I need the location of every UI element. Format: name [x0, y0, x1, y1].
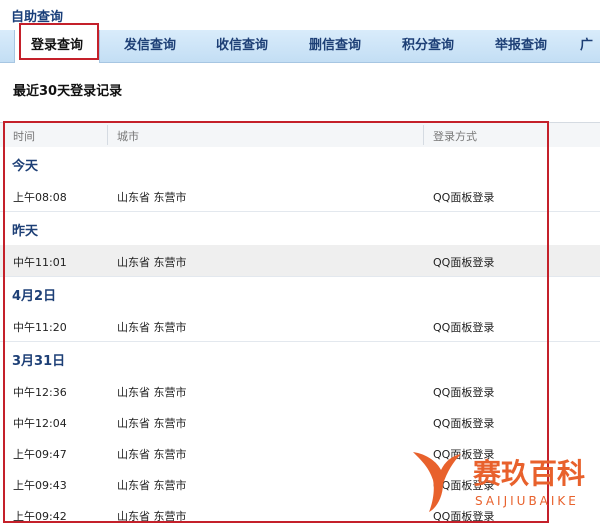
row-time: 中午12:04: [13, 417, 67, 430]
table-row: 中午12:36 山东省 东营市 QQ面板登录: [0, 375, 600, 407]
page-title: 自助查询: [11, 10, 64, 25]
row-time: 中午12:36: [13, 386, 67, 399]
group-label-mar-31: 3月31日: [12, 354, 66, 369]
row-time: 上午09:47: [13, 448, 67, 461]
group-header: 昨天: [0, 212, 600, 246]
header-time: 时间: [13, 130, 35, 143]
tab-bar: 登录查询 发信查询 收信查询 删信查询 积分查询 举报查询 广: [0, 30, 600, 63]
column-separator: [107, 125, 108, 145]
row-time: 中午11:01: [13, 256, 67, 269]
group-label-yesterday: 昨天: [12, 224, 39, 239]
table-row: 中午12:04 山东省 东营市 QQ面板登录: [0, 406, 600, 438]
row-method: QQ面板登录: [433, 417, 495, 430]
row-method: QQ面板登录: [433, 191, 495, 204]
group-header: 今天: [0, 147, 600, 181]
row-city: 山东省 东营市: [117, 510, 187, 523]
row-city: 山东省 东营市: [117, 191, 187, 204]
watermark-logo: 赛玖百科 SAIJIUBAIKE: [405, 440, 600, 524]
row-city: 山东省 东营市: [117, 386, 187, 399]
tab-report-query[interactable]: 举报查询: [479, 30, 563, 62]
row-city: 山东省 东营市: [117, 256, 187, 269]
tab-points-query[interactable]: 积分查询: [386, 30, 470, 62]
row-city: 山东省 东营市: [117, 321, 187, 334]
row-city: 山东省 东营市: [117, 417, 187, 430]
header-city: 城市: [117, 130, 139, 143]
tab-deleted-mail-query[interactable]: 删信查询: [293, 30, 377, 62]
row-time: 中午11:20: [13, 321, 67, 334]
watermark-pinyin: SAIJIUBAIKE: [475, 494, 579, 508]
table-row: 中午11:20 山东省 东营市 QQ面板登录: [0, 310, 600, 342]
tab-sent-mail-query[interactable]: 发信查询: [108, 30, 192, 62]
table-header: 时间 城市 登录方式: [0, 122, 600, 148]
watermark-name: 赛玖百科: [473, 457, 586, 490]
tab-login-query[interactable]: 登录查询: [14, 30, 100, 63]
group-header: 4月2日: [0, 277, 600, 311]
table-row: 上午08:08 山东省 东营市 QQ面板登录: [0, 180, 600, 212]
row-time: 上午08:08: [13, 191, 67, 204]
group-label-apr-2: 4月2日: [12, 289, 57, 304]
header-login-method: 登录方式: [433, 130, 477, 143]
group-label-today: 今天: [12, 159, 39, 174]
tab-received-mail-query[interactable]: 收信查询: [200, 30, 284, 62]
whale-tail-icon: [413, 452, 461, 512]
row-city: 山东省 东营市: [117, 479, 187, 492]
row-time: 上午09:43: [13, 479, 67, 492]
tab-more[interactable]: 广: [580, 30, 600, 62]
row-city: 山东省 东营市: [117, 448, 187, 461]
column-separator: [423, 125, 424, 145]
row-method: QQ面板登录: [433, 321, 495, 334]
section-title: 最近30天登录记录: [13, 84, 123, 99]
row-time: 上午09:42: [13, 510, 67, 523]
table-row: 中午11:01 山东省 东营市 QQ面板登录: [0, 245, 600, 277]
group-header: 3月31日: [0, 342, 600, 376]
row-method: QQ面板登录: [433, 256, 495, 269]
row-method: QQ面板登录: [433, 386, 495, 399]
